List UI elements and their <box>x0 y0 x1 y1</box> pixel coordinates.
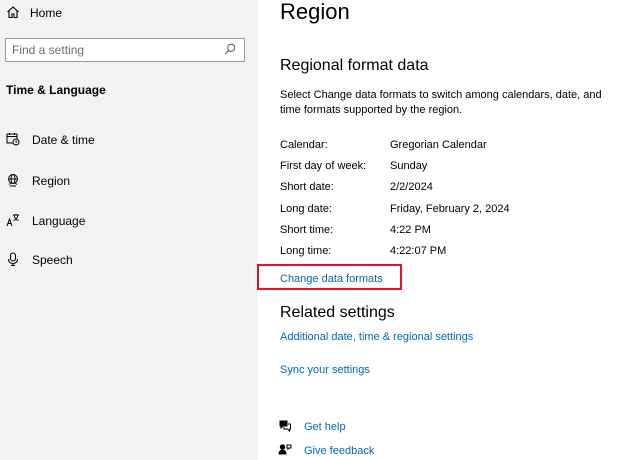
format-label: First day of week: <box>280 160 367 172</box>
search-placeholder: Find a setting <box>12 43 85 57</box>
sidebar-item-speech[interactable]: Speech <box>6 251 73 269</box>
format-label: Long time: <box>280 245 332 257</box>
format-value: Friday, February 2, 2024 <box>390 203 510 215</box>
format-value: 4:22 PM <box>390 224 431 236</box>
format-label: Short date: <box>280 181 334 193</box>
language-icon <box>6 213 20 230</box>
microphone-icon <box>6 251 20 269</box>
sidebar: Home Find a setting Time & Language Date… <box>0 0 258 460</box>
globe-icon <box>6 173 20 190</box>
change-data-formats-link[interactable]: Change data formats <box>280 273 383 285</box>
give-feedback-label: Give feedback <box>304 445 375 457</box>
help-chat-icon <box>278 419 292 436</box>
format-label: Long date: <box>280 203 332 215</box>
sidebar-home[interactable]: Home <box>6 4 62 22</box>
give-feedback-link[interactable]: Give feedback <box>278 443 374 459</box>
format-label: Short time: <box>280 224 334 236</box>
feedback-icon <box>278 443 292 460</box>
get-help-link[interactable]: Get help <box>278 419 346 435</box>
format-label: Calendar: <box>280 139 328 151</box>
get-help-label: Get help <box>304 421 346 433</box>
related-settings-heading: Related settings <box>280 304 395 321</box>
sidebar-item-label: Region <box>32 174 71 188</box>
regional-format-description: Select Change data formats to switch amo… <box>280 89 602 116</box>
sidebar-item-label: Date & time <box>32 133 95 147</box>
format-value: Sunday <box>390 160 428 172</box>
section-title: Time & Language <box>6 83 106 97</box>
sidebar-item-region[interactable]: Region <box>6 172 70 190</box>
sidebar-item-label: Speech <box>32 253 73 267</box>
sync-settings-link[interactable]: Sync your settings <box>280 364 370 376</box>
home-icon <box>6 5 20 22</box>
search-input[interactable]: Find a setting <box>5 38 245 62</box>
sidebar-item-date-time[interactable]: Date & time <box>6 131 95 149</box>
additional-settings-link[interactable]: Additional date, time & regional setting… <box>280 331 473 343</box>
format-value: 2/2/2024 <box>390 181 433 193</box>
format-value: Gregorian Calendar <box>390 139 487 151</box>
sidebar-item-label: Language <box>32 214 86 228</box>
sidebar-item-language[interactable]: Language <box>6 212 85 230</box>
calendar-clock-icon <box>6 132 20 149</box>
home-label: Home <box>30 6 63 20</box>
page-title: Region <box>280 0 350 24</box>
search-icon[interactable] <box>224 43 236 58</box>
regional-format-heading: Regional format data <box>280 57 429 74</box>
format-value: 4:22:07 PM <box>390 245 447 257</box>
